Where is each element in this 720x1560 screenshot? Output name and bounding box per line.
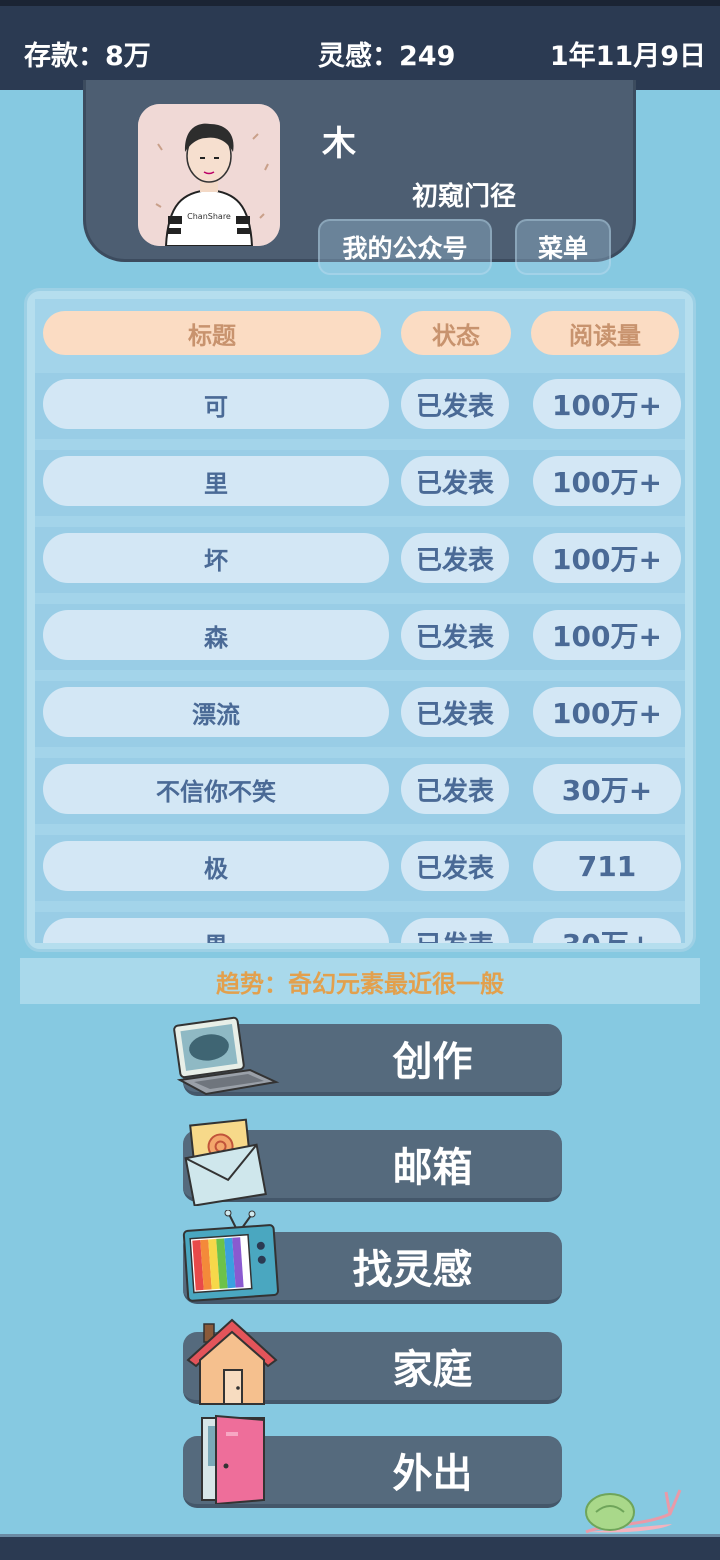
row-title: 森: [43, 610, 389, 660]
row-reads: 100万+: [533, 610, 681, 660]
inspiration-stat: 灵感：249: [318, 41, 456, 72]
find-inspiration-label: 找灵感: [352, 1247, 473, 1293]
table-row[interactable]: 可 已发表 100万+: [35, 373, 685, 450]
column-header-status: 状态: [401, 311, 511, 355]
row-reads: 30万+: [533, 918, 681, 943]
row-status: 已发表: [401, 918, 509, 943]
row-status: 已发表: [401, 456, 509, 506]
row-status: 已发表: [401, 764, 509, 814]
row-reads: 100万+: [533, 687, 681, 737]
avatar[interactable]: ChanShare: [138, 104, 280, 246]
row-reads: 100万+: [533, 533, 681, 583]
column-header-title: 标题: [43, 311, 381, 355]
menu-button[interactable]: 菜单: [515, 219, 611, 275]
laptop-icon: [173, 1016, 280, 1096]
create-label: 创作: [392, 1039, 473, 1085]
family-label: 家庭: [392, 1347, 473, 1393]
table-row[interactable]: 森 已发表 100万+: [35, 604, 685, 681]
door-icon: [201, 1414, 265, 1504]
row-title: 里: [43, 456, 389, 506]
bottom-bar: [0, 1534, 720, 1560]
go-out-label: 外出: [392, 1451, 473, 1497]
savings-stat: 存款：8万: [24, 41, 151, 72]
row-status: 已发表: [401, 610, 509, 660]
envelope-icon: [184, 1118, 267, 1206]
row-status: 已发表: [401, 533, 509, 583]
row-title: 坏: [43, 533, 389, 583]
player-name: 木: [322, 124, 356, 164]
table-row[interactable]: 畏 已发表 30万+: [35, 912, 685, 943]
avatar-shirt-text: ChanShare: [187, 212, 231, 221]
tv-icon: [182, 1210, 279, 1302]
row-title: 畏: [43, 918, 389, 943]
table-row[interactable]: 不信你不笑 已发表 30万+: [35, 758, 685, 835]
table-row[interactable]: 里 已发表 100万+: [35, 450, 685, 527]
row-title: 极: [43, 841, 389, 891]
trend-banner: 趋势：奇幻元素最近很一般: [20, 958, 700, 1004]
game-date: 1年11月9日: [549, 41, 706, 72]
my-account-button[interactable]: 我的公众号: [318, 219, 492, 275]
row-title: 不信你不笑: [43, 764, 389, 814]
house-icon: [186, 1318, 278, 1405]
table-row[interactable]: 漂流 已发表 100万+: [35, 681, 685, 758]
profile-panel: ChanShare 木 初窥门径 我的公众号 菜单: [83, 80, 636, 275]
row-reads: 100万+: [533, 456, 681, 506]
row-reads: 711: [533, 841, 681, 891]
row-status: 已发表: [401, 687, 509, 737]
row-reads: 100万+: [533, 379, 681, 429]
avatar-illustration-icon: ChanShare: [138, 104, 280, 246]
player-rank: 初窥门径: [412, 182, 517, 212]
snail-icon: [585, 1489, 682, 1534]
row-title: 可: [43, 379, 389, 429]
row-status: 已发表: [401, 841, 509, 891]
top-status-bar: 存款：8万 灵感：249 1年11月9日: [0, 0, 720, 90]
row-title: 漂流: [43, 687, 389, 737]
articles-table: 标题 状态 阅读量 可 已发表 100万+ 里 已发表 100万+ 坏 已发表 …: [24, 288, 696, 952]
row-reads: 30万+: [533, 764, 681, 814]
row-status: 已发表: [401, 379, 509, 429]
articles-list[interactable]: 标题 状态 阅读量 可 已发表 100万+ 里 已发表 100万+ 坏 已发表 …: [35, 299, 685, 943]
column-header-reads: 阅读量: [531, 311, 679, 355]
table-row[interactable]: 坏 已发表 100万+: [35, 527, 685, 604]
table-row[interactable]: 极 已发表 711: [35, 835, 685, 912]
mailbox-label: 邮箱: [392, 1145, 473, 1191]
